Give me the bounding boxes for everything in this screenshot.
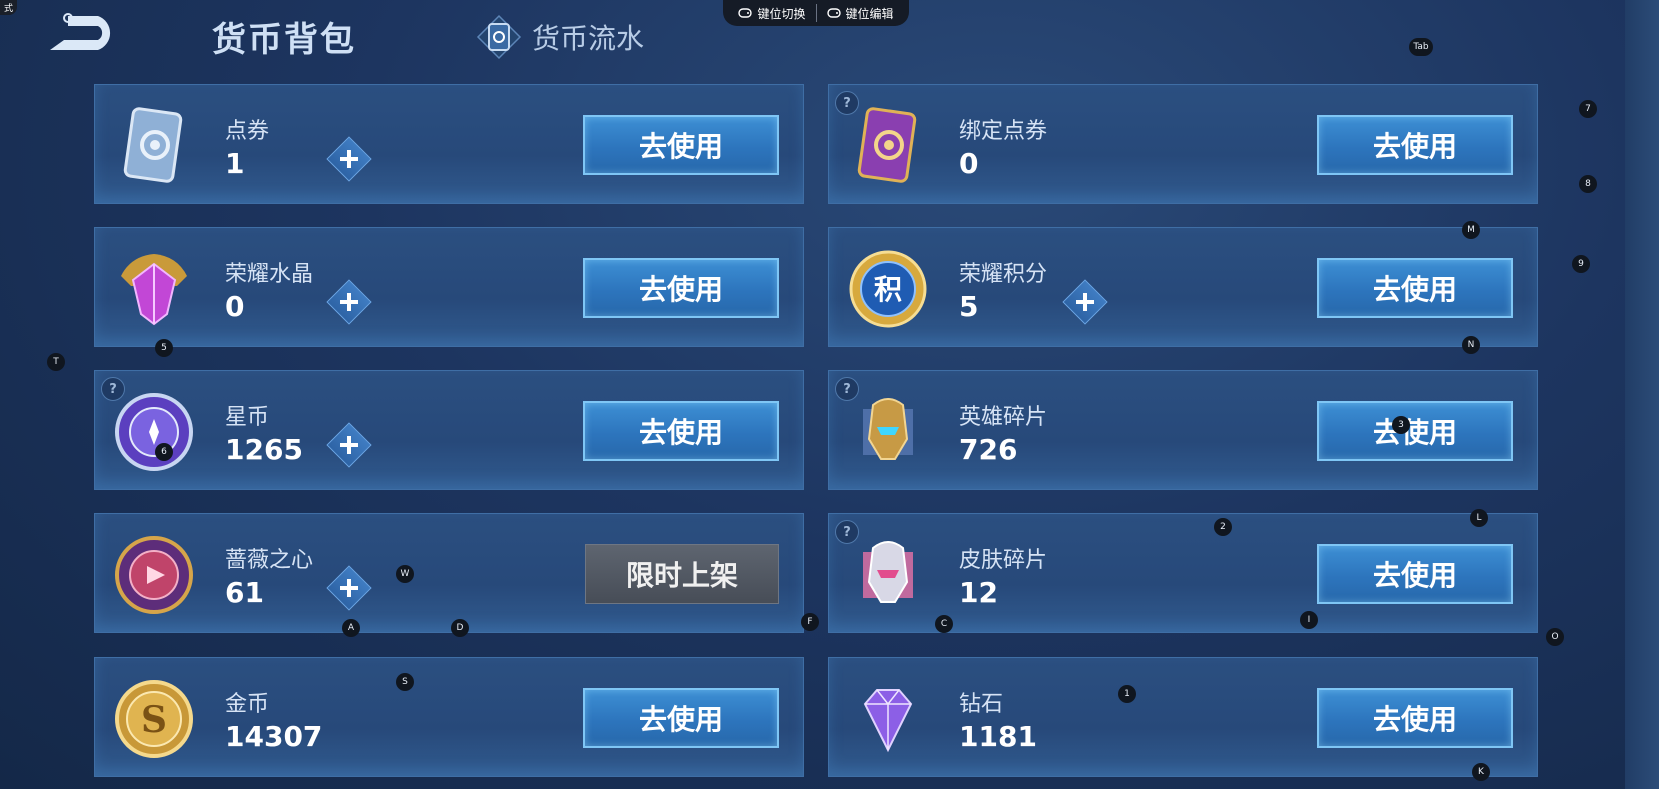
skin-fragment-icon: [863, 541, 913, 603]
add-voucher-button[interactable]: [326, 136, 372, 182]
currency-card-hero-fragment: ? 英雄碎片 726 去使用: [828, 370, 1538, 490]
currency-card-skin-fragment: ? 皮肤碎片 12 去使用: [828, 513, 1538, 633]
add-crystal-button[interactable]: [326, 279, 372, 325]
tab-currency-flow[interactable]: 货币流水: [476, 14, 644, 60]
key-hint-1: 1: [1118, 685, 1136, 703]
use-button[interactable]: 去使用: [1317, 115, 1513, 175]
key-hint-2: 2: [1214, 518, 1232, 536]
crystal-icon: [121, 254, 187, 326]
svg-text:积: 积: [874, 273, 902, 306]
key-hint-l: L: [1470, 509, 1488, 527]
use-button[interactable]: 去使用: [583, 258, 779, 318]
key-hint-m: M: [1462, 221, 1480, 239]
use-button[interactable]: 去使用: [583, 401, 779, 461]
gamepad-icon: [826, 8, 841, 18]
page-title: 货币背包: [212, 20, 356, 60]
key-hint-o: O: [1546, 628, 1564, 646]
key-switch-label: 键位切换: [757, 6, 806, 21]
bound-voucher-icon: [857, 107, 917, 183]
back-button[interactable]: [40, 10, 122, 56]
star-coin-icon: [115, 393, 193, 471]
hero-fragment-icon: [863, 398, 913, 460]
points-coin-icon: 积: [849, 250, 927, 328]
key-hint-s: S: [396, 673, 414, 691]
key-hint-f: F: [801, 613, 819, 631]
currency-card-rose-heart: 蔷薇之心 61 限时上架: [94, 513, 804, 633]
currency-amount: 0: [959, 147, 979, 180]
currency-amount: 1265: [225, 433, 303, 466]
currency-amount: 726: [959, 433, 1018, 466]
currency-card-voucher: 点券 1 去使用: [94, 84, 804, 204]
gamepad-icon: [738, 8, 753, 18]
currency-amount: 1181: [959, 720, 1037, 753]
corner-mode-tag: 式: [0, 0, 18, 15]
use-button[interactable]: 去使用: [583, 688, 779, 748]
key-hint-w: W: [396, 565, 414, 583]
rose-heart-icon: [115, 536, 193, 614]
key-hint-n: N: [1462, 336, 1480, 354]
tab-label: 货币流水: [532, 22, 645, 55]
currency-card-star-coin: ? 星币 1265 去使用: [94, 370, 804, 490]
currency-card-bound-voucher: ? 绑定点券 0 去使用: [828, 84, 1538, 204]
currency-card-glory-points: 积 荣耀积分 5 去使用: [828, 227, 1538, 347]
currency-name: 英雄碎片: [959, 405, 1048, 430]
currency-name: 荣耀水晶: [225, 262, 314, 287]
key-switch-button[interactable]: 键位切换: [738, 5, 806, 22]
currency-amount: 5: [959, 290, 979, 323]
key-hint-6: 6: [155, 443, 173, 461]
currency-name: 蔷薇之心: [225, 548, 314, 573]
currency-amount: 1: [225, 147, 245, 180]
key-hint-5: 5: [155, 339, 173, 357]
right-edge-band: [1625, 0, 1659, 789]
add-points-button[interactable]: [1062, 279, 1108, 325]
currency-name: 金币: [225, 692, 270, 717]
key-hint-a: A: [342, 619, 360, 637]
currency-name: 星币: [225, 405, 270, 430]
currency-card-glory-crystal: 荣耀水晶 0 去使用: [94, 227, 804, 347]
key-hint-8: 8: [1579, 175, 1597, 193]
currency-card-diamond: 钻石 1181 去使用: [828, 657, 1538, 777]
currency-name: 皮肤碎片: [959, 548, 1048, 573]
key-hint-c: C: [935, 615, 953, 633]
currency-amount: 14307: [225, 720, 323, 753]
voucher-icon: [123, 107, 183, 183]
currency-name: 点券: [225, 119, 270, 144]
key-hint-tab: Tab: [1409, 38, 1433, 56]
voucher-card-icon: [476, 14, 522, 60]
currency-card-gold-coin: S 金币 14307 去使用: [94, 657, 804, 777]
key-hint-d: D: [451, 619, 469, 637]
key-hint-t: T: [47, 353, 65, 371]
currency-amount: 12: [959, 576, 998, 609]
svg-text:S: S: [141, 699, 167, 741]
diamond-icon: [863, 689, 913, 753]
key-mapping-bar: 键位切换 键位编辑: [723, 0, 909, 26]
back-arrow-icon: [50, 13, 111, 50]
use-button[interactable]: 去使用: [583, 115, 779, 175]
key-hint-3: 3: [1392, 416, 1410, 434]
limited-time-status: 限时上架: [585, 544, 779, 604]
use-button[interactable]: 去使用: [1317, 688, 1513, 748]
use-button[interactable]: 去使用: [1317, 544, 1513, 604]
add-rose-heart-button[interactable]: [326, 565, 372, 611]
key-edit-label: 键位编辑: [845, 6, 894, 21]
key-edit-button[interactable]: 键位编辑: [826, 5, 894, 22]
currency-name: 荣耀积分: [959, 262, 1048, 287]
currency-name: 绑定点券: [959, 119, 1048, 144]
key-hint-i: I: [1300, 611, 1318, 629]
currency-name: 钻石: [959, 692, 1004, 717]
currency-amount: 0: [225, 290, 245, 323]
gold-coin-icon: S: [115, 680, 193, 758]
key-hint-9: 9: [1572, 255, 1590, 273]
add-star-coin-button[interactable]: [326, 422, 372, 468]
currency-amount: 61: [225, 576, 264, 609]
use-button[interactable]: 去使用: [1317, 258, 1513, 318]
separator: [815, 4, 817, 22]
key-hint-7: 7: [1579, 100, 1597, 118]
use-button[interactable]: 去使用: [1317, 401, 1513, 461]
key-hint-k: K: [1472, 763, 1490, 781]
